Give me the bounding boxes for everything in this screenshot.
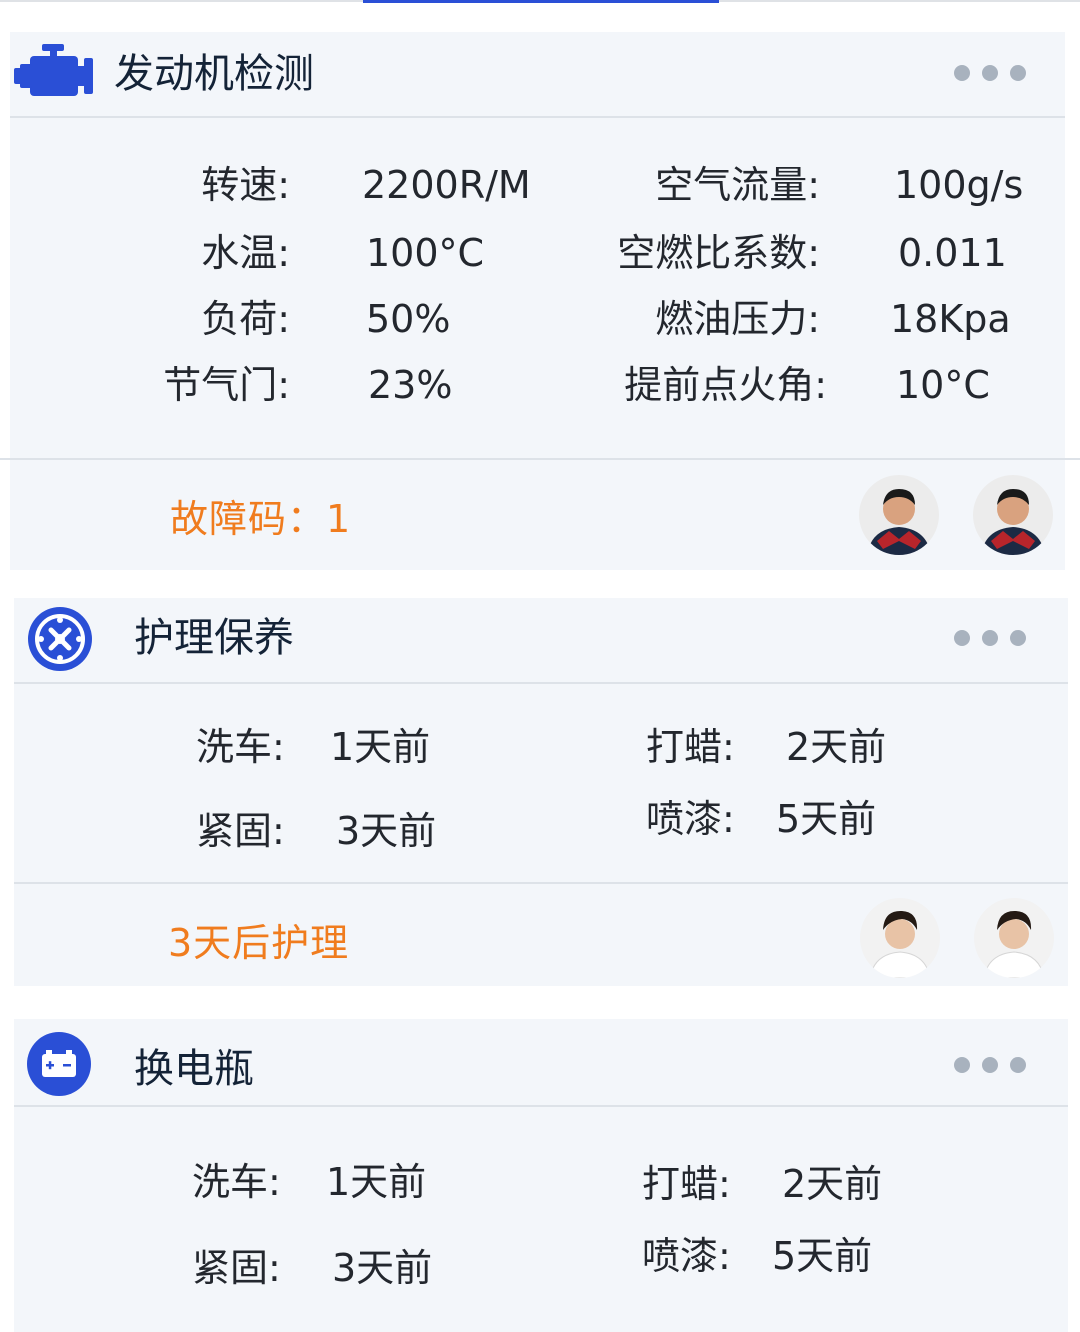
maintenance-footer-divider	[14, 882, 1068, 884]
maintenance-label-fasten: 紧固:	[196, 809, 285, 853]
engine-card-header: 发动机检测	[10, 32, 1065, 118]
stat-value-ignition: 10°C	[896, 363, 990, 407]
battery-value-wax: 2天前	[782, 1162, 883, 1206]
stat-value-air-flow: 100g/s	[894, 163, 1024, 207]
tab-indicator	[363, 0, 719, 3]
wheel-icon	[26, 605, 94, 677]
engine-icon	[14, 42, 94, 106]
maintenance-card-header: 护理保养	[14, 598, 1068, 684]
stat-label-fuel-pressure: 燃油压力:	[655, 297, 820, 341]
maintenance-more-button[interactable]	[954, 630, 1026, 646]
battery-card-title: 换电瓶	[134, 1046, 254, 1092]
maintenance-card-title: 护理保养	[134, 615, 294, 661]
engine-card-title: 发动机检测	[114, 51, 314, 97]
battery-label-wax: 打蜡:	[642, 1162, 731, 1206]
stat-label-load: 负荷:	[201, 297, 290, 341]
battery-card-header: 换电瓶	[14, 1019, 1068, 1107]
stat-label-throttle: 节气门:	[163, 363, 290, 407]
avatar[interactable]	[860, 898, 940, 978]
maintenance-value-fasten: 3天前	[336, 809, 437, 853]
battery-card[interactable]: 换电瓶 洗车: 1天前 打蜡: 2天前 紧固: 3天前 喷漆: 5天前	[14, 1019, 1068, 1332]
fault-code-text[interactable]: 故障码：1	[170, 500, 351, 538]
maintenance-reminder-text[interactable]: 3天后护理	[168, 924, 349, 962]
stat-value-load: 50%	[366, 297, 451, 341]
stat-value-air-fuel: 0.011	[898, 231, 1007, 275]
maintenance-label-wax: 打蜡:	[646, 725, 735, 769]
maintenance-value-wash: 1天前	[330, 725, 431, 769]
battery-icon	[26, 1031, 92, 1101]
battery-value-wash: 1天前	[326, 1160, 427, 1204]
stat-label-air-flow: 空气流量:	[655, 163, 820, 207]
stat-label-ignition: 提前点火角:	[624, 363, 827, 407]
stat-value-throttle: 23%	[368, 363, 453, 407]
battery-label-wash: 洗车:	[192, 1160, 281, 1204]
maintenance-value-paint: 5天前	[776, 797, 877, 841]
stat-label-air-fuel: 空燃比系数:	[617, 231, 820, 275]
avatar[interactable]	[974, 898, 1054, 978]
maintenance-label-paint: 喷漆:	[646, 797, 735, 841]
engine-card[interactable]: 发动机检测 转速: 2200R/M 水温: 100°C 负荷: 50% 节气门:…	[0, 32, 1080, 570]
battery-label-paint: 喷漆:	[642, 1234, 731, 1278]
stat-value-fuel-pressure: 18Kpa	[890, 297, 1011, 341]
avatar[interactable]	[973, 475, 1053, 555]
battery-label-fasten: 紧固:	[192, 1246, 281, 1290]
engine-footer-divider	[0, 458, 1080, 460]
maintenance-value-wax: 2天前	[786, 725, 887, 769]
stat-value-water-temp: 100°C	[366, 231, 485, 275]
battery-value-fasten: 3天前	[332, 1246, 433, 1290]
stat-label-rpm: 转速:	[201, 163, 290, 207]
stat-label-water-temp: 水温:	[201, 231, 290, 275]
stat-value-rpm: 2200R/M	[362, 163, 531, 207]
maintenance-card[interactable]: 护理保养 洗车: 1天前 打蜡: 2天前 紧固: 3天前 喷漆: 5天前 3天后…	[14, 598, 1068, 986]
battery-value-paint: 5天前	[772, 1234, 873, 1278]
engine-more-button[interactable]	[954, 65, 1026, 81]
avatar[interactable]	[859, 475, 939, 555]
battery-more-button[interactable]	[954, 1057, 1026, 1073]
maintenance-label-wash: 洗车:	[196, 725, 285, 769]
